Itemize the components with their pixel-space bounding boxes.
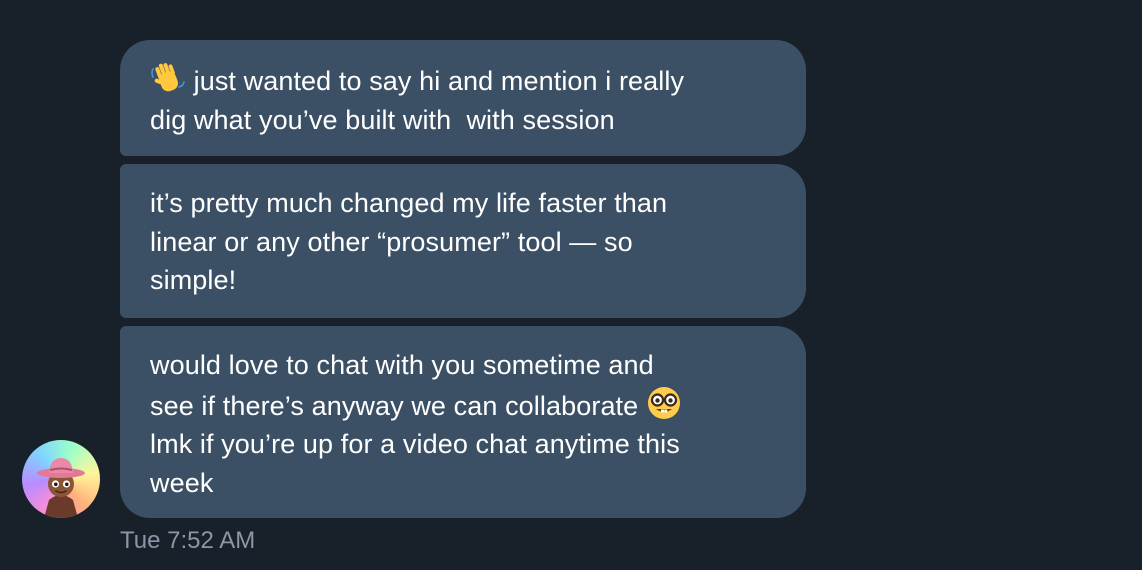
- message-timestamp: Tue 7:52 AM: [120, 527, 256, 554]
- waving-hand-emoji: [151, 63, 185, 92]
- message-bubble[interactable]: it’s pretty much changed my life faster …: [120, 164, 806, 318]
- message-line: just wanted to say hi and mention i real…: [150, 60, 766, 101]
- message-line: it’s pretty much changed my life faster …: [150, 188, 668, 218]
- message-line: dig what you’ve built with with session: [150, 104, 615, 135]
- message-line: lmk if you’re up for a video chat anytim…: [150, 429, 680, 459]
- message-line: see if there’s anyway we can collaborate: [150, 385, 766, 426]
- message-line: linear or any other “prosumer” tool — so: [150, 226, 633, 257]
- message-line: would love to chat with you sometime and: [150, 350, 654, 380]
- message-line: week: [150, 467, 214, 498]
- nerd-face-emoji: [647, 386, 680, 419]
- message-line: simple!: [150, 265, 237, 295]
- message-bubble[interactable]: would love to chat with you sometime and…: [120, 326, 806, 518]
- avatar[interactable]: [22, 440, 100, 518]
- message-bubble[interactable]: just wanted to say hi and mention i real…: [120, 40, 806, 156]
- cowboy-memoji-icon: [37, 458, 85, 518]
